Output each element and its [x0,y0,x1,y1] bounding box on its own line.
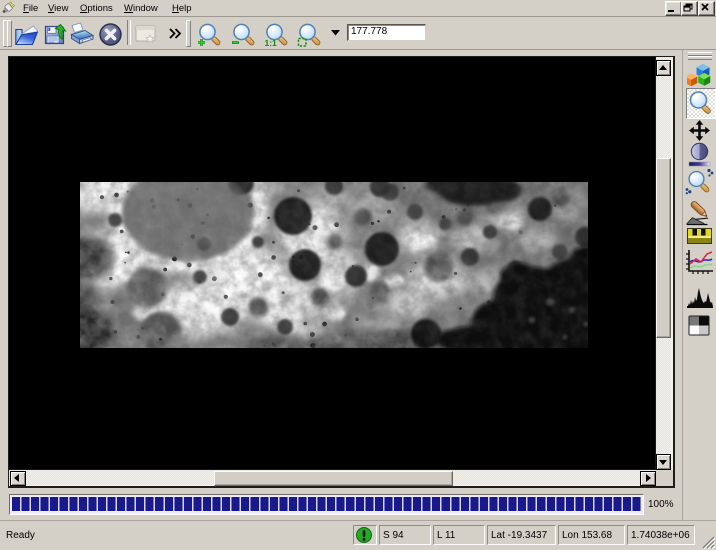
svg-text:1:1: 1:1 [265,38,278,48]
